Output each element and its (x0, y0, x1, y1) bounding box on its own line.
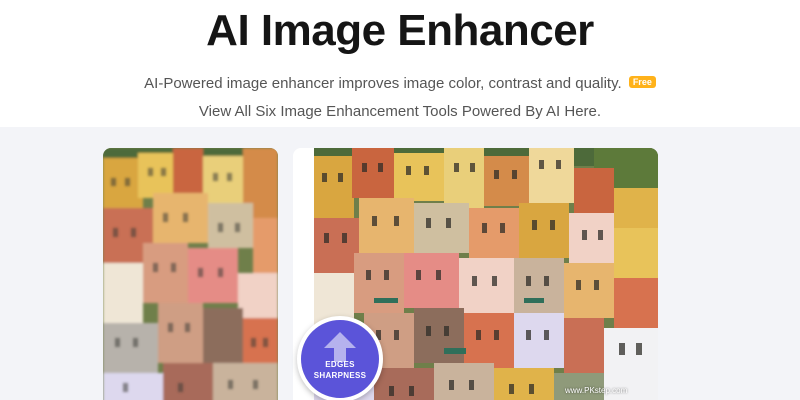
watermark: www.PKstep.com (565, 386, 628, 395)
edges-sharpness-badge: EDGES SHARPNESS (297, 316, 383, 400)
page-title: AI Image Enhancer (206, 6, 594, 55)
hero-subtitle-text: AI-Powered image enhancer improves image… (144, 75, 622, 92)
badge-line-1: EDGES (325, 360, 355, 369)
all-tools-link[interactable]: View All Six Image Enhancement Tools Pow… (0, 103, 800, 120)
free-badge: Free (628, 76, 656, 88)
hero-subtitle: AI-Powered image enhancer improves image… (0, 75, 800, 92)
before-photo (103, 148, 278, 400)
hero-section: AI Image Enhancer AI-Powered image enhan… (0, 0, 800, 127)
before-image (103, 148, 278, 400)
up-arrow-icon (324, 332, 356, 362)
badge-line-2: SHARPNESS (313, 371, 367, 380)
